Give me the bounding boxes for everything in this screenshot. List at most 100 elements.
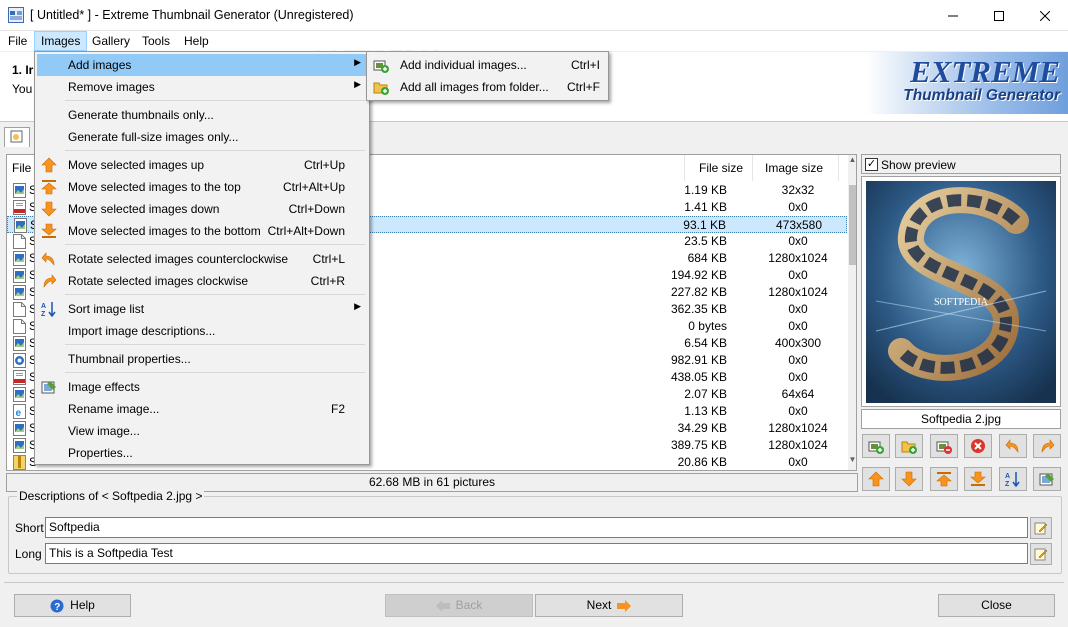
menu-item-shortcut: Ctrl+F <box>567 80 600 94</box>
column-header-imagesize[interactable]: Image size <box>753 155 839 181</box>
menu-item-add-all-images-from-folder[interactable]: Add all images from folder... Ctrl+F <box>369 76 608 98</box>
arrow-bottom-icon <box>970 471 986 486</box>
menu-item-label: Add individual images... <box>400 58 527 72</box>
menu-file[interactable]: File <box>2 31 33 51</box>
menu-item-shortcut: Ctrl+Alt+Down <box>267 224 345 238</box>
image-effects-button[interactable] <box>1033 467 1061 491</box>
menu-item-import-image-descriptions[interactable]: Import image descriptions... <box>37 320 367 342</box>
menu-item-move-selected-images-to-the-top[interactable]: Move selected images to the top Ctrl+Alt+… <box>37 176 367 198</box>
remove-images-button[interactable] <box>930 434 958 458</box>
long-description-field[interactable]: This is a Softpedia Test <box>45 543 1028 564</box>
images-dropdown-menu: Add images ▶ Remove images ▶ Generate thumbn… <box>34 51 370 465</box>
add-folder-button[interactable] <box>895 434 923 458</box>
title-bar: [ Untitled* ] - Extreme Thumbnail Genera… <box>0 0 1068 31</box>
menu-item-properties[interactable]: Properties... <box>37 442 367 464</box>
short-description-field[interactable]: Softpedia <box>45 517 1028 538</box>
bottom-separator <box>4 582 1064 583</box>
maximize-icon <box>994 10 1004 21</box>
menu-tools[interactable]: Tools <box>136 31 176 51</box>
add-folder-icon <box>373 82 389 95</box>
menu-item-label: Properties... <box>68 446 133 460</box>
pdf-file-icon <box>13 370 26 385</box>
pdf-file-icon <box>13 200 26 215</box>
image-file-icon <box>13 285 26 300</box>
menu-images[interactable]: Images <box>34 31 88 51</box>
arrow-up-icon <box>868 471 884 487</box>
menu-item-rotate-selected-images-counterclockwise[interactable]: Rotate selected images counterclockwise C… <box>37 248 367 270</box>
sort-button[interactable]: AZ <box>999 467 1027 491</box>
menu-item-label: Remove images <box>68 80 155 94</box>
minimize-button[interactable] <box>930 0 976 31</box>
file-size-cell: 982.91 KB <box>670 353 727 367</box>
file-size-cell: 23.5 KB <box>684 234 727 248</box>
rotate-cw-button[interactable] <box>1033 434 1061 458</box>
maximize-button[interactable] <box>976 0 1022 31</box>
next-button[interactable]: Next <box>535 594 683 617</box>
column-header-filesize[interactable]: File size <box>685 155 753 181</box>
move-bottom-button[interactable] <box>964 467 992 491</box>
menu-item-move-selected-images-down[interactable]: Move selected images down Ctrl+Down <box>37 198 367 220</box>
logo-line1: EXTREME <box>910 54 1060 89</box>
checkbox-checkmark[interactable]: ✓ <box>865 158 878 171</box>
preview-image: SOFTPEDIA <box>866 181 1056 403</box>
image-size-cell: 0x0 <box>788 353 808 367</box>
menu-item-move-selected-images-up[interactable]: Move selected images up Ctrl+Up <box>37 154 367 176</box>
close-icon <box>1040 10 1050 21</box>
menu-gallery[interactable]: Gallery <box>86 31 136 51</box>
move-up-button[interactable] <box>862 467 890 491</box>
menu-item-image-effects[interactable]: Image effects <box>37 376 367 398</box>
descriptions-group: Descriptions of < Softpedia 2.jpg > Shor… <box>8 489 1062 574</box>
sort-az-icon: AZ <box>1005 472 1020 487</box>
menu-item-add-individual-images[interactable]: Add individual images... Ctrl+I <box>369 54 608 76</box>
image-size-cell: 0x0 <box>788 302 808 316</box>
image-size-cell: 0x0 <box>788 404 808 418</box>
arrow-up-icon <box>41 157 57 173</box>
menu-item-view-image[interactable]: View image... <box>37 420 367 442</box>
rotate-cw-icon <box>1041 439 1055 453</box>
image-effects-icon <box>41 381 56 394</box>
menu-item-generate-thumbnails-only[interactable]: Generate thumbnails only... <box>37 104 367 126</box>
menu-item-remove-images[interactable]: Remove images ▶ <box>37 76 367 98</box>
file-size-cell: 34.29 KB <box>677 421 727 435</box>
scroll-down-icon[interactable]: ▼ <box>848 455 856 469</box>
back-button[interactable]: Back <box>385 594 533 617</box>
images-tab[interactable] <box>4 127 30 147</box>
vertical-scrollbar[interactable]: ▲ ▼ <box>848 155 856 470</box>
add-images-button[interactable] <box>862 434 890 458</box>
file-size-cell: 93.1 KB <box>683 218 726 232</box>
edit-long-button[interactable] <box>1030 543 1052 565</box>
menu-item-label: Image effects <box>68 380 140 394</box>
move-top-button[interactable] <box>930 467 958 491</box>
menu-item-sort-image-list[interactable]: A Z Sort image list ▶ <box>37 298 367 320</box>
arrow-left-icon <box>435 599 450 612</box>
image-size-cell: 0x0 <box>788 234 808 248</box>
submenu-arrow-icon: ▶ <box>354 57 361 67</box>
menu-item-shortcut: Ctrl+Up <box>303 158 345 172</box>
help-button[interactable]: ? Help <box>14 594 131 617</box>
file-size-cell: 2.07 KB <box>684 387 727 401</box>
menu-item-move-selected-images-to-the-bottom[interactable]: Move selected images to the bottom Ctrl+A… <box>37 220 367 242</box>
menu-item-add-images[interactable]: Add images ▶ <box>37 54 367 76</box>
scroll-up-icon[interactable]: ▲ <box>848 155 856 169</box>
image-size-cell: 1280x1024 <box>768 285 828 299</box>
close-label: Close <box>981 598 1012 612</box>
show-preview-checkbox[interactable]: ✓ Show preview <box>861 154 1061 174</box>
menu-item-label: Move selected images to the top <box>68 180 241 194</box>
edit-short-button[interactable] <box>1030 517 1052 539</box>
move-down-button[interactable] <box>895 467 923 491</box>
file-size-cell: 1.19 KB <box>684 183 727 197</box>
logo-line2: Thumbnail Generator <box>903 87 1060 104</box>
close-window-button[interactable] <box>1022 0 1068 31</box>
menu-item-label: Import image descriptions... <box>68 324 216 338</box>
menu-item-generate-full-size-images-only[interactable]: Generate full-size images only... <box>37 126 367 148</box>
menu-item-rename-image[interactable]: Rename image... F2 <box>37 398 367 420</box>
rotate-ccw-button[interactable] <box>999 434 1027 458</box>
delete-button[interactable] <box>964 434 992 458</box>
scrollbar-thumb[interactable] <box>849 185 856 265</box>
app-icon <box>8 7 24 23</box>
menu-item-thumbnail-properties[interactable]: Thumbnail properties... <box>37 348 367 370</box>
menu-item-label: View image... <box>68 424 140 438</box>
menu-help[interactable]: Help <box>178 31 215 51</box>
menu-item-rotate-selected-images-clockwise[interactable]: Rotate selected images clockwise Ctrl+R <box>37 270 367 292</box>
close-button[interactable]: Close <box>938 594 1055 617</box>
